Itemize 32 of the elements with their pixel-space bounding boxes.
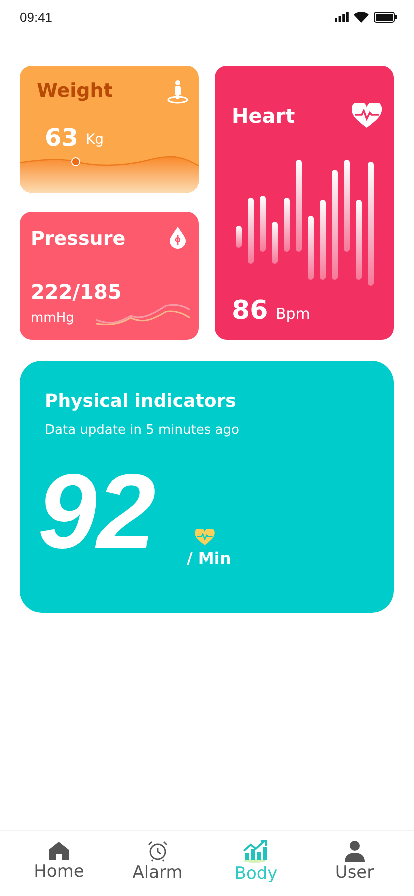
signal-icon — [335, 12, 349, 22]
heart-pulse-icon — [352, 103, 382, 129]
wifi-icon — [354, 12, 369, 22]
status-time: 09:41 — [20, 10, 53, 24]
heart-card[interactable]: Heart 86 Bpm — [215, 66, 394, 340]
weight-value: 63 — [45, 124, 78, 152]
weight-card[interactable]: Weight 63 Kg — [20, 66, 199, 193]
heart-unit: Bpm — [276, 305, 310, 323]
indicators-card[interactable]: Physical indicators Data update in 5 minutes ago 92 / Min — [20, 361, 394, 613]
tab-bar-item[interactable]: Body — [207, 831, 306, 892]
battery-icon — [374, 12, 398, 22]
indicators-title: Physical indicators — [45, 391, 236, 412]
heart-pulse-icon — [195, 529, 215, 546]
tab-bar-item[interactable]: Alarm — [108, 831, 207, 892]
indicators-subtitle: Data update in 5 minutes ago — [45, 423, 240, 438]
weight-title: Weight — [37, 80, 113, 102]
heart-title: Heart — [232, 104, 296, 128]
person-standing-icon — [167, 80, 189, 104]
pressure-unit: mmHg — [31, 311, 74, 326]
pressure-title: Pressure — [31, 228, 126, 250]
tab-bar-item[interactable]: User — [306, 831, 404, 892]
user-icon — [344, 840, 366, 862]
pressure-value: 222/185 — [31, 280, 122, 304]
weight-unit: Kg — [86, 132, 104, 148]
drop-icon — [170, 227, 186, 249]
indicators-unit: / Min — [187, 549, 232, 568]
home-icon — [48, 841, 70, 861]
heart-value: 86 — [232, 296, 268, 326]
indicators-value: 92 — [38, 459, 156, 565]
alarm-clock-icon — [146, 840, 169, 862]
pressure-card[interactable]: Pressure 222/185 mmHg — [20, 212, 199, 340]
tab-bar-item[interactable]: Home — [10, 831, 108, 892]
